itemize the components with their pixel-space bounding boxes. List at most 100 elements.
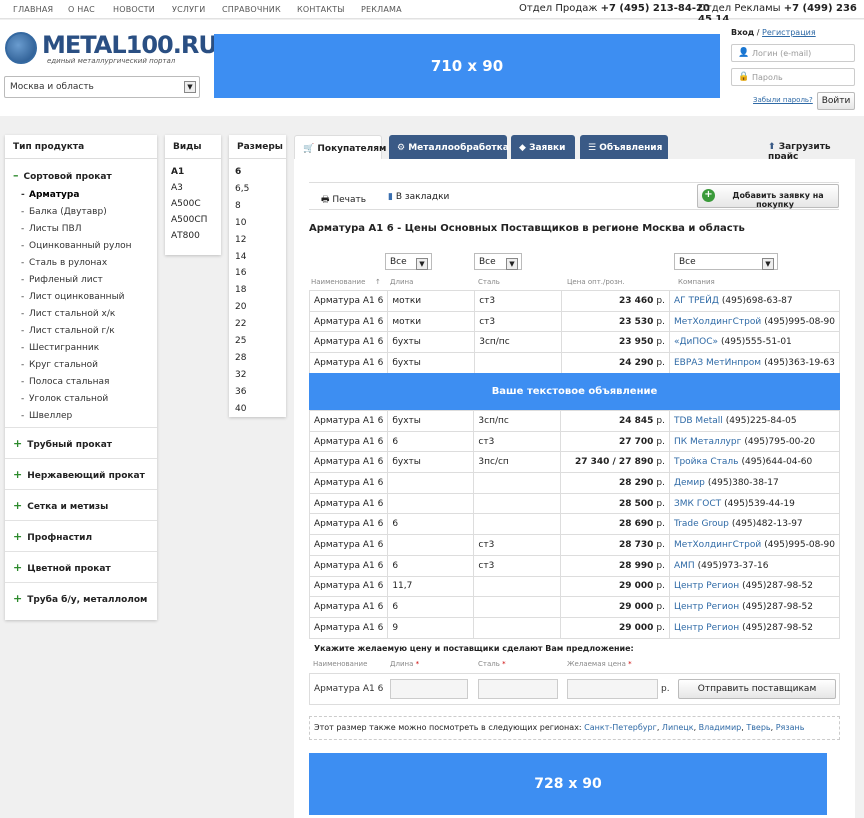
nav-about[interactable]: О НАС [68, 5, 95, 14]
kind-item[interactable]: А500СП [171, 215, 207, 225]
size-item[interactable]: 32 [235, 370, 246, 380]
nav-ads[interactable]: РЕКЛАМА [361, 5, 402, 14]
company-link[interactable]: ЕВРАЗ МетИнпром [674, 358, 761, 368]
text-ad-row[interactable]: Ваше текстовое объявление [309, 373, 840, 410]
nav-home[interactable]: ГЛАВНАЯ [13, 5, 53, 14]
register-link[interactable]: Регистрация [762, 28, 816, 37]
size-item[interactable]: 12 [235, 235, 246, 245]
company-link[interactable]: МетХолдингСтрой [674, 317, 761, 327]
size-item[interactable]: 25 [235, 336, 246, 346]
size-item[interactable]: 28 [235, 353, 246, 363]
table-row[interactable]: Арматура А1 6 6 ст3 28 990 р. АМП (495)973-37-… [308, 554, 841, 577]
size-item[interactable]: 14 [235, 252, 246, 262]
table-row[interactable]: Арматура А1 6 мотки ст3 23 460 р. АГ ТРЕЙД (49… [308, 290, 841, 312]
company-link[interactable]: Trade Group [674, 519, 729, 529]
tab-requests[interactable]: ◆ Заявки [511, 135, 575, 159]
table-row[interactable]: Арматура А1 6 6 29 000 р. Центр Регион (495)2… [308, 596, 841, 618]
region-link-vladimir[interactable]: Владимир [699, 723, 742, 732]
offer-price-input[interactable] [567, 679, 658, 699]
subcategory-item[interactable]: - Лист оцинкованный [21, 292, 125, 302]
table-row[interactable]: Арматура А1 6 6 ст3 27 700 р. ПК Металлург (49… [308, 430, 841, 453]
steel-filter[interactable]: Все ▼ [474, 253, 522, 270]
forgot-password-link[interactable]: Забыли пароль? [753, 96, 813, 104]
kind-item[interactable]: А1 [171, 167, 184, 177]
table-row[interactable]: Арматура А1 6 28 500 р. ЗМК ГОСТ (495)539-44… [308, 492, 841, 515]
category-item[interactable]: + Профнастил [13, 530, 92, 543]
table-row[interactable]: Арматура А1 6 бухты 3сп/пс 24 845 р. TDB Meta… [308, 410, 841, 432]
company-link[interactable]: «ДиПОС» [674, 337, 718, 347]
category-item[interactable]: + Трубный прокат [13, 437, 112, 450]
send-to-suppliers-button[interactable]: Отправить поставщикам [678, 679, 836, 699]
add-request-button[interactable]: + Добавить заявку на покупку [697, 184, 839, 209]
bottom-banner[interactable]: 728 x 90 [309, 753, 827, 815]
login-button[interactable]: Войти [817, 92, 855, 110]
tab-ads[interactable]: ☰ Объявления [580, 135, 668, 159]
offer-steel-input[interactable] [478, 679, 558, 699]
col-steel[interactable]: Сталь [478, 278, 500, 286]
tab-buyers[interactable]: 🛒 Покупателям [294, 135, 386, 159]
nav-reference[interactable]: СПРАВОЧНИК [222, 5, 281, 14]
subcategory-item[interactable]: - Балка (Двутавр) [21, 207, 107, 217]
length-filter[interactable]: Все ▼ [385, 253, 432, 270]
logo[interactable]: METAL100.RU [42, 31, 218, 59]
company-link[interactable]: Центр Регион [674, 623, 739, 633]
col-price[interactable]: Цена опт./розн. [567, 278, 625, 286]
kind-item[interactable]: А500С [171, 199, 201, 209]
size-item[interactable]: 40 [235, 404, 246, 414]
region-link-ryazan[interactable]: Рязань [776, 723, 805, 732]
company-link[interactable]: Центр Регион [674, 581, 739, 591]
company-link[interactable]: Центр Регион [674, 602, 739, 612]
table-row[interactable]: Арматура А1 6 бухты 3сп/пс 23 950 р. «ДиПОС»(… [308, 331, 841, 354]
table-row[interactable]: Арматура А1 6 бухты 24 290 р. ЕВРАЗ МетИнпро… [308, 352, 841, 374]
company-link[interactable]: ПК Металлург [674, 437, 741, 447]
company-link[interactable]: ЗМК ГОСТ [674, 499, 721, 509]
kind-item[interactable]: А3 [171, 183, 183, 193]
top-banner[interactable]: 710 x 90 [214, 34, 720, 98]
size-item[interactable]: 36 [235, 387, 246, 397]
offer-length-input[interactable] [390, 679, 468, 699]
sort-icon[interactable]: ↑ [375, 278, 381, 286]
tab-metalworking[interactable]: ⚙ Металлообработка [389, 135, 509, 159]
region-link-tver[interactable]: Тверь [746, 723, 770, 732]
login-link[interactable]: Вход [731, 28, 754, 37]
table-row[interactable]: Арматура А1 6 28 290 р. Демир (495)380-38-17 [308, 472, 841, 494]
company-link[interactable]: АМП [674, 561, 695, 571]
bookmark-button[interactable]: ▮ В закладки [388, 192, 449, 202]
region-link-lipetsk[interactable]: Липецк [662, 723, 694, 732]
category-item[interactable]: + Цветной прокат [13, 561, 111, 574]
subcategory-item[interactable]: - Полоса стальная [21, 377, 109, 387]
company-link[interactable]: Демир [674, 478, 705, 488]
nav-services[interactable]: УСЛУГИ [172, 5, 205, 14]
size-item[interactable]: 16 [235, 268, 246, 278]
company-link[interactable]: АГ ТРЕЙД [674, 296, 719, 306]
size-item[interactable]: 22 [235, 319, 246, 329]
company-link[interactable]: TDB Metall [674, 416, 723, 426]
subcategory-item[interactable]: - Шестигранник [21, 343, 99, 353]
table-row[interactable]: Арматура А1 6 6 28 690 р. Trade Group (495)48… [308, 513, 841, 536]
kind-item[interactable]: АТ800 [171, 231, 200, 241]
company-filter[interactable]: Все ▼ [674, 253, 778, 270]
print-button[interactable]: 🖶 Печать [321, 192, 366, 208]
category-item[interactable]: + Сетка и метизы [13, 499, 108, 512]
subcategory-item[interactable]: - Оцинкованный рулон [21, 241, 131, 251]
col-length[interactable]: Длина [390, 278, 413, 286]
size-item[interactable]: 8 [235, 201, 241, 211]
subcategory-item[interactable]: - Листы ПВЛ [21, 224, 81, 234]
logo-globe-icon[interactable] [5, 32, 37, 64]
size-item[interactable]: 20 [235, 302, 246, 312]
table-row[interactable]: Арматура А1 6 11,7 29 000 р. Центр Регион (49… [308, 575, 841, 598]
region-link-spb[interactable]: Санкт-Петербург [584, 723, 657, 732]
table-row[interactable]: Арматура А1 6 мотки ст3 23 530 р. МетХолдингС… [308, 310, 841, 333]
category-item[interactable]: + Труба б/у, металлолом [13, 592, 147, 605]
company-link[interactable]: МетХолдингСтрой [674, 540, 761, 550]
subcategory-item[interactable]: - Сталь в рулонах [21, 258, 107, 268]
table-row[interactable]: Арматура А1 6 9 29 000 р. Центр Регион (495)2… [308, 616, 841, 639]
nav-news[interactable]: НОВОСТИ [113, 5, 155, 14]
subcategory-item[interactable]: - Швеллер [21, 411, 72, 421]
table-row[interactable]: Арматура А1 6 ст3 28 730 р. МетХолдингСтрой(… [308, 534, 841, 556]
password-input[interactable]: 🔒 Пароль [731, 68, 855, 86]
subcategory-item[interactable]: - Уголок стальной [21, 394, 108, 404]
subcategory-item[interactable]: - Круг стальной [21, 360, 98, 370]
table-row[interactable]: Арматура А1 6 бухты 3пс/сп 27 340 / 27 890 р… [308, 451, 841, 474]
login-input[interactable]: 👤 Логин (e-mail) [731, 44, 855, 62]
